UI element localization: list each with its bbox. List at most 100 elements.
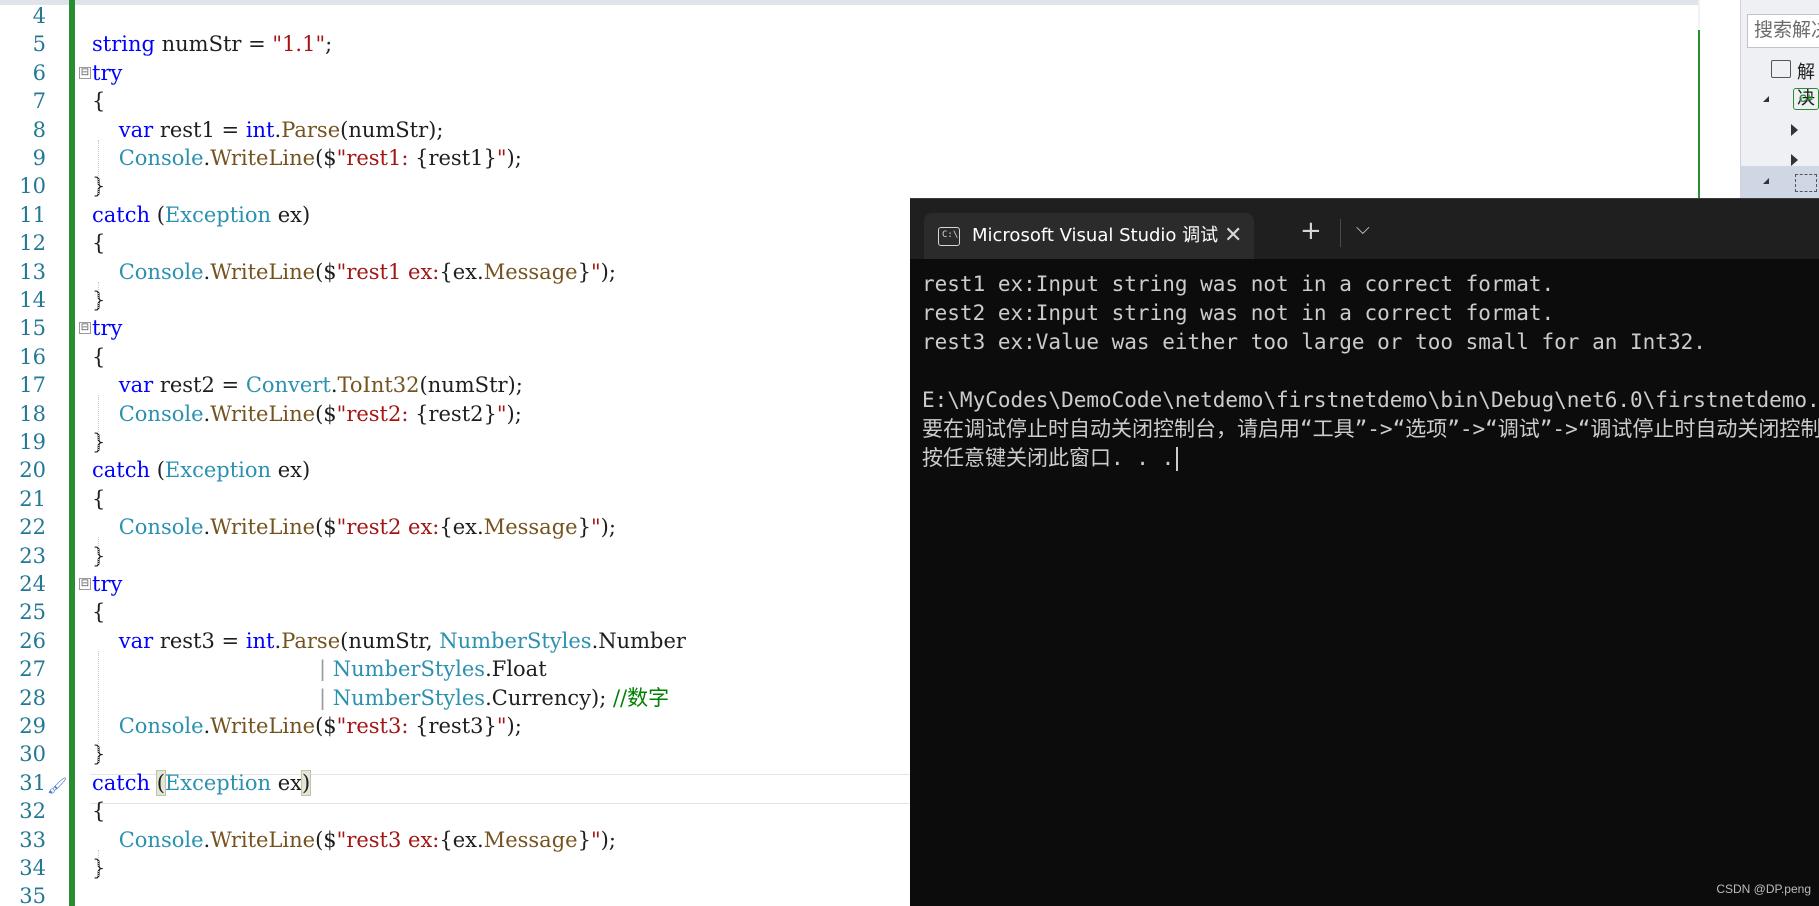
debug-console-window[interactable]: C:\ Microsoft Visual Studio 调试控制台 ✕ + ⌵ … — [910, 198, 1819, 906]
code-token: ($ — [315, 515, 337, 540]
project-item[interactable]: C# — [1741, 86, 1819, 116]
code-token: NumberStyles — [332, 685, 486, 710]
solution-root-item[interactable]: 解决 — [1741, 56, 1819, 108]
quick-action-pencil-icon[interactable]: 🖌 — [47, 776, 67, 796]
dependencies-item[interactable] — [1741, 116, 1819, 146]
code-line[interactable]: var rest2 = Convert.ToInt32(numStr); — [92, 371, 523, 399]
code-line[interactable]: { — [92, 229, 105, 257]
collapse-region-icon[interactable]: ⊟ — [79, 66, 91, 79]
code-token: Message — [483, 259, 578, 284]
close-tab-icon[interactable]: ✕ — [1224, 221, 1242, 249]
code-line[interactable]: Console.WriteLine($"rest1: {rest1}"); — [92, 144, 522, 172]
new-tab-plus-icon[interactable]: + — [1300, 217, 1322, 245]
line-number: 31 — [19, 770, 46, 795]
code-line[interactable]: Console.WriteLine($"rest3: {rest3}"); — [92, 712, 522, 740]
code-token: catch — [92, 770, 151, 795]
code-token: WriteLine — [210, 827, 316, 852]
code-token: catch — [92, 458, 151, 483]
console-prompt-text: 按任意键关闭此窗口. . . — [922, 446, 1175, 470]
code-token: Message — [483, 827, 578, 852]
expand-arrow-icon[interactable] — [1791, 154, 1798, 166]
code-token: string — [92, 32, 155, 57]
code-line[interactable]: var rest3 = int.Parse(numStr, NumberStyl… — [92, 627, 686, 655]
expand-arrow-icon[interactable] — [1791, 124, 1798, 136]
code-line[interactable]: { — [92, 598, 105, 626]
line-number: 15 — [19, 316, 46, 341]
code-line[interactable]: try — [92, 570, 122, 598]
console-prompt-line: 按任意键关闭此窗口. . . — [922, 444, 1819, 473]
code-line[interactable]: Console.WriteLine($"rest2 ex:{ex.Message… — [92, 513, 616, 541]
code-token: {ex. — [439, 259, 484, 284]
line-number: 12 — [19, 231, 46, 256]
code-token: NumberStyles — [332, 657, 486, 682]
console-title-bar[interactable]: C:\ Microsoft Visual Studio 调试控制台 ✕ + ⌵ — [910, 198, 1819, 259]
code-token: ($ — [315, 259, 337, 284]
code-line[interactable]: Console.WriteLine($"rest3 ex:{ex.Message… — [92, 826, 616, 854]
chevron-down-icon[interactable]: ⌵ — [1356, 215, 1370, 243]
line-number: 35 — [19, 884, 46, 906]
code-line[interactable]: Console.WriteLine($"rest2: {rest2}"); — [92, 400, 522, 428]
code-token: { — [92, 231, 106, 256]
editor-vertical-scrollbar[interactable] — [1698, 0, 1700, 200]
code-token: Message — [483, 515, 578, 540]
code-token: Parse — [281, 117, 341, 142]
code-line[interactable]: catch (Exception ex) — [92, 201, 310, 229]
code-token: } — [577, 259, 591, 284]
line-number: 20 — [19, 458, 46, 483]
console-tab-title: Microsoft Visual Studio 调试控制台 — [972, 225, 1218, 246]
code-line[interactable]: try — [92, 314, 122, 342]
code-line[interactable]: | NumberStyles.Float — [92, 655, 547, 683]
code-token: "1.1" — [272, 32, 326, 57]
code-line[interactable]: string numStr = "1.1"; — [92, 30, 332, 58]
line-number: 7 — [32, 89, 46, 114]
collapse-arrow-icon[interactable] — [1763, 96, 1769, 102]
code-token: Console — [118, 259, 204, 284]
console-tab[interactable]: C:\ Microsoft Visual Studio 调试控制台 ✕ — [924, 213, 1254, 259]
code-token: ); — [506, 401, 522, 426]
line-number: 29 — [19, 714, 46, 738]
code-line[interactable]: { — [92, 343, 105, 371]
code-token: ex — [271, 770, 302, 795]
code-token: Convert — [245, 373, 331, 398]
tab-separator — [1340, 219, 1341, 247]
code-line[interactable]: { — [92, 797, 105, 825]
code-token: Exception — [164, 202, 272, 227]
code-line[interactable]: { — [92, 485, 105, 513]
code-line[interactable]: catch (Exception ex) — [92, 769, 312, 797]
collapse-arrow-icon[interactable] — [1763, 178, 1769, 184]
code-line[interactable]: { — [92, 87, 105, 115]
code-token: rest2 = — [153, 373, 246, 398]
code-token: .Float — [485, 657, 547, 682]
collapse-region-icon[interactable]: ⊟ — [79, 578, 91, 590]
solution-search-input[interactable]: 搜索解决 — [1747, 14, 1819, 48]
code-token: catch — [92, 202, 151, 227]
code-token: } — [577, 515, 591, 540]
code-token: {rest2} — [415, 401, 497, 426]
code-token: "rest3 ex: — [336, 827, 440, 852]
code-line[interactable]: var rest1 = int.Parse(numStr); — [92, 116, 444, 144]
line-number: 19 — [19, 430, 46, 454]
code-token: numStr = — [154, 32, 273, 57]
code-line[interactable]: try — [92, 59, 122, 87]
code-token: { — [92, 89, 106, 114]
code-token: rest3 = — [153, 628, 246, 653]
code-token: ); — [600, 827, 616, 852]
code-line[interactable]: catch (Exception ex) — [92, 456, 310, 484]
code-line[interactable]: Console.WriteLine($"rest1 ex:{ex.Message… — [92, 258, 616, 286]
console-line: rest1 ex:Input string was not in a corre… — [922, 272, 1555, 296]
line-number: 28 — [19, 685, 46, 710]
collapse-region-icon[interactable]: ⊟ — [79, 322, 91, 335]
selected-tree-item[interactable] — [1741, 166, 1819, 200]
code-token: ; — [325, 32, 333, 57]
indent-guide — [98, 650, 99, 765]
code-token: int — [245, 628, 275, 653]
code-token: ( — [150, 202, 165, 227]
code-token: ); — [600, 515, 616, 540]
console-output[interactable]: rest1 ex:Input string was not in a corre… — [922, 270, 1819, 906]
line-number: 10 — [19, 174, 46, 199]
code-line[interactable]: | NumberStyles.Currency); //数字 — [92, 684, 669, 712]
solution-explorer-panel[interactable]: 搜索解决 解决 C# — [1740, 0, 1819, 200]
code-token: var — [118, 117, 154, 142]
